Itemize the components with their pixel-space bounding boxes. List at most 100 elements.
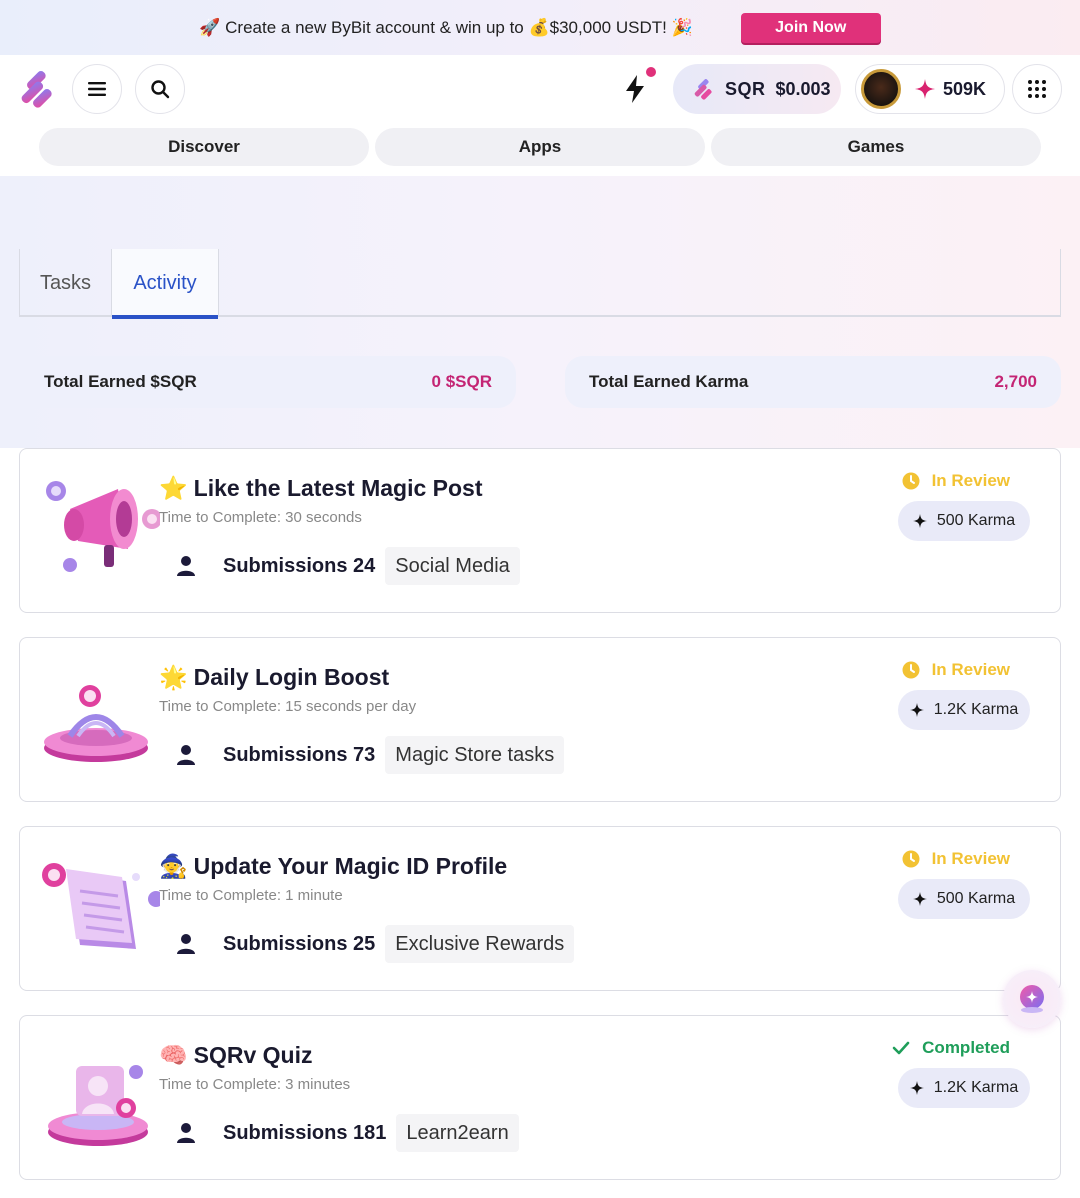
activity-card[interactable]: ⭐ Like the Latest Magic Post Time to Comp… [19, 448, 1061, 613]
category-tag: Social Media [385, 547, 520, 585]
grid-dots-icon [1028, 80, 1046, 98]
search-button[interactable] [135, 64, 185, 114]
person-icon [177, 1123, 195, 1143]
clock-icon [902, 850, 920, 868]
sparkle-icon [909, 703, 924, 717]
join-now-button[interactable]: Join Now [740, 12, 881, 43]
quiz-frame-illustration-icon [48, 1065, 148, 1146]
status-text: In Review [931, 849, 1010, 868]
submissions-row: Submissions 24 Social Media [175, 547, 520, 585]
time-to-complete: Time to Complete: 30 seconds [159, 509, 362, 526]
time-to-complete: Time to Complete: 1 minute [159, 887, 343, 904]
category-tag: Exclusive Rewards [385, 925, 575, 963]
activity-card[interactable]: 🌟 Daily Login Boost Time to Complete: 15 … [19, 637, 1061, 802]
submissions-row: Submissions 181 Learn2earn [175, 1114, 519, 1152]
sparkle-icon [912, 514, 927, 528]
activity-title: ⭐ Like the Latest Magic Post [159, 475, 483, 502]
karma-sparkle-icon [915, 79, 935, 99]
apps-grid-button[interactable] [1012, 64, 1062, 114]
profile-karma-pill[interactable]: 509K [855, 64, 1005, 114]
time-to-complete: Time to Complete: 3 minutes [159, 1076, 351, 1093]
nav-discover[interactable]: Discover [39, 128, 369, 166]
nav-apps[interactable]: Apps [375, 128, 705, 166]
activity-title: 🧠 SQRv Quiz [159, 1042, 313, 1069]
promo-text: 🚀 Create a new ByBit account & win up to… [199, 17, 693, 37]
nav-games[interactable]: Games [711, 128, 1041, 166]
submissions-row: Submissions 73 Magic Store tasks [175, 736, 565, 774]
clock-icon [902, 661, 920, 679]
checkmark-icon [892, 1041, 910, 1055]
karma-reward-pill: 1.2K Karma [898, 1068, 1030, 1108]
avatar [861, 69, 901, 109]
karma-reward-pill: 500 Karma [898, 879, 1030, 919]
activity-emoji: 🧙 [159, 853, 188, 879]
submissions-count: Submissions 24 [223, 554, 376, 577]
person-icon [177, 934, 195, 954]
karma-balance: 509K [943, 78, 987, 99]
person-icon [177, 745, 195, 765]
category-tag: Learn2earn [396, 1114, 519, 1152]
reward-amount: 500 Karma [936, 512, 1016, 529]
activity-title-text: Like the Latest Magic Post [193, 475, 483, 501]
magic-orb-icon [1020, 985, 1044, 1013]
floating-assistant-button[interactable] [1003, 970, 1061, 1028]
activity-title: 🌟 Daily Login Boost [159, 664, 389, 691]
karma-reward-pill: 500 Karma [898, 501, 1030, 541]
total-earned-sqr-value: 0 $SQR [431, 372, 492, 391]
lightning-bolt-icon[interactable] [620, 73, 650, 105]
total-earned-sqr-label: Total Earned $SQR [44, 372, 197, 391]
activity-emoji: 🌟 [159, 664, 188, 690]
reward-amount: 500 Karma [936, 890, 1016, 907]
sparkle-icon [912, 892, 927, 906]
token-symbol: SQR [725, 78, 766, 99]
submissions-count: Submissions 73 [223, 743, 376, 766]
status-badge: In Review [902, 849, 1010, 869]
activity-title-text: Daily Login Boost [193, 664, 390, 690]
status-text: In Review [931, 660, 1010, 679]
magic-store-logo-icon[interactable] [18, 69, 60, 111]
activity-title-text: Update Your Magic ID Profile [193, 853, 508, 879]
activity-emoji: 🧠 [159, 1042, 188, 1068]
submissions-count: Submissions 181 [223, 1121, 387, 1144]
submissions-row: Submissions 25 Exclusive Rewards [175, 925, 575, 963]
category-tag: Magic Store tasks [385, 736, 565, 774]
karma-reward-pill: 1.2K Karma [898, 690, 1030, 730]
profile-document-illustration-icon [42, 863, 160, 949]
time-to-complete: Time to Complete: 15 seconds per day [159, 698, 417, 715]
status-badge: Completed [892, 1038, 1010, 1058]
status-badge: In Review [902, 471, 1010, 491]
sqr-price-pill[interactable]: SQR $0.003 [673, 64, 841, 114]
activity-card[interactable]: 🧠 SQRv Quiz Time to Complete: 3 minutes S… [19, 1015, 1061, 1180]
main-nav: Discover Apps Games [39, 128, 1041, 166]
activity-tabs: Tasks Activity [19, 249, 1061, 319]
karma-balance-group: 509K [915, 79, 986, 100]
reward-amount: 1.2K Karma [933, 701, 1019, 718]
status-text: Completed [922, 1038, 1010, 1057]
login-portal-illustration-icon [44, 685, 148, 762]
notification-dot [646, 67, 656, 77]
menu-button[interactable] [72, 64, 122, 114]
total-earned-karma-card: Total Earned Karma 2,700 [565, 356, 1061, 408]
tab-activity[interactable]: Activity [111, 249, 219, 319]
activity-title: 🧙 Update Your Magic ID Profile [159, 853, 507, 880]
tabs-border [1060, 249, 1061, 317]
activity-card[interactable]: 🧙 Update Your Magic ID Profile Time to Co… [19, 826, 1061, 991]
status-badge: In Review [902, 660, 1010, 680]
reward-amount: 1.2K Karma [933, 1079, 1019, 1096]
activity-title-text: SQRv Quiz [193, 1042, 313, 1068]
person-icon [177, 556, 195, 576]
status-text: In Review [931, 471, 1010, 490]
token-price: $0.003 [775, 78, 831, 99]
total-earned-sqr-card: Total Earned $SQR 0 $SQR [20, 356, 516, 408]
search-icon [151, 80, 170, 99]
total-earned-karma-label: Total Earned Karma [589, 372, 749, 391]
total-earned-karma-value: 2,700 [994, 372, 1037, 391]
clock-icon [902, 472, 920, 490]
tab-tasks[interactable]: Tasks [19, 249, 111, 317]
hamburger-icon [88, 82, 106, 96]
top-header: SQR $0.003 509K [0, 55, 1080, 125]
sparkle-icon [909, 1081, 924, 1095]
activity-emoji: ⭐ [159, 475, 188, 501]
sqr-token-icon [694, 79, 712, 100]
megaphone-illustration-icon [46, 481, 160, 572]
